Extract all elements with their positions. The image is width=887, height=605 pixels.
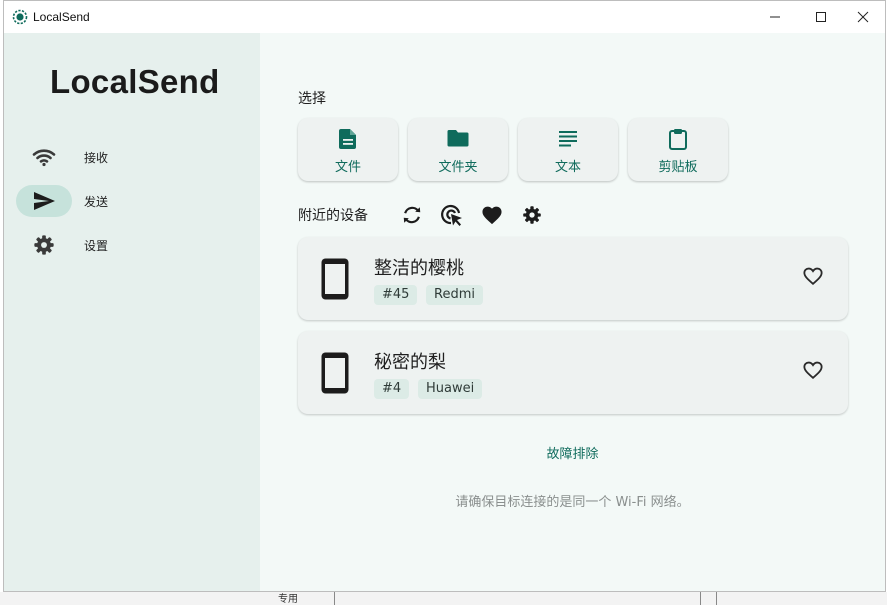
sidebar-item-label: 发送	[84, 195, 109, 209]
sidebar-item-settings[interactable]: 设置	[16, 229, 246, 261]
pick-button-label: 文件夹	[438, 160, 478, 175]
send-page: 选择 文件 文件夹 文本 剪贴板 附近的设备 整洁的樱桃 #45 Redmi 秘…	[260, 33, 885, 591]
background-divider	[716, 592, 717, 605]
pick-text-button[interactable]: 文本	[518, 118, 618, 181]
sidebar-item-receive[interactable]: 接收	[16, 141, 246, 173]
background-window-bottom	[0, 592, 887, 605]
gear-icon	[523, 206, 541, 224]
pick-file-button[interactable]: 文件	[298, 118, 398, 181]
pick-button-label: 文件	[334, 160, 361, 175]
network-hint: 请确保目标连接的是同一个 Wi-Fi 网络。	[455, 495, 690, 510]
pick-clipboard-button[interactable]: 剪贴板	[628, 118, 728, 181]
refresh-icon	[403, 206, 421, 224]
device-model-tag: Huawei	[418, 379, 483, 399]
close-icon	[857, 11, 869, 23]
phone-icon	[320, 257, 350, 305]
folder-icon	[447, 130, 469, 147]
favorite-button[interactable]	[802, 360, 824, 384]
device-card[interactable]: 整洁的樱桃 #45 Redmi	[298, 237, 848, 320]
device-id-tag: #4	[374, 379, 410, 399]
maximize-icon	[816, 12, 826, 22]
refresh-button[interactable]	[400, 203, 424, 227]
device-name: 秘密的梨	[374, 352, 446, 373]
sidebar-item-label: 接收	[84, 151, 109, 165]
maximize-button[interactable]	[798, 1, 844, 33]
nearby-settings-button[interactable]	[520, 203, 544, 227]
title-bar[interactable]: LocalSend	[4, 1, 885, 33]
select-heading: 选择	[298, 91, 326, 107]
device-model-tag: Redmi	[426, 285, 483, 305]
window-title: LocalSend	[33, 10, 90, 24]
text-icon	[559, 131, 577, 147]
localsend-logo-icon	[12, 9, 28, 25]
background-divider	[334, 592, 335, 605]
clipboard-icon	[669, 129, 687, 150]
troubleshoot-link[interactable]: 故障排除	[260, 443, 885, 462]
phone-icon	[320, 351, 350, 399]
active-indicator	[16, 185, 72, 217]
send-icon	[34, 192, 55, 210]
close-button[interactable]	[840, 1, 886, 33]
file-icon	[339, 129, 356, 149]
heart-icon	[482, 206, 502, 225]
pick-button-label: 剪贴板	[658, 160, 698, 175]
device-name: 整洁的樱桃	[374, 258, 464, 279]
favorites-button[interactable]	[480, 203, 504, 227]
sidebar: LocalSend 接收 发送 设置	[4, 33, 260, 591]
heart-outline-icon	[803, 267, 823, 286]
app-window: LocalSend LocalSend 接收 发送 设置 选择 文件 文件夹 文…	[3, 0, 886, 592]
background-text: 专用	[278, 594, 298, 605]
favorite-button[interactable]	[802, 266, 824, 290]
heart-outline-icon	[803, 361, 823, 380]
sidebar-item-label: 设置	[84, 239, 109, 253]
brand-title: LocalSend	[50, 63, 220, 100]
pick-button-label: 文本	[554, 160, 581, 175]
minimize-icon	[770, 16, 780, 18]
device-card[interactable]: 秘密的梨 #4 Huawei	[298, 331, 848, 414]
minimize-button[interactable]	[752, 1, 798, 33]
scan-target-button[interactable]	[440, 203, 464, 227]
nearby-devices-heading: 附近的设备	[298, 208, 368, 224]
gear-icon	[34, 235, 54, 255]
sidebar-item-send[interactable]: 发送	[16, 185, 246, 217]
wifi-icon	[32, 149, 56, 167]
pick-folder-button[interactable]: 文件夹	[408, 118, 508, 181]
device-id-tag: #45	[374, 285, 418, 305]
app-content: LocalSend 接收 发送 设置 选择 文件 文件夹 文本 剪贴板 附近的设…	[4, 33, 885, 591]
target-cursor-icon	[441, 204, 462, 226]
background-divider	[700, 592, 701, 605]
